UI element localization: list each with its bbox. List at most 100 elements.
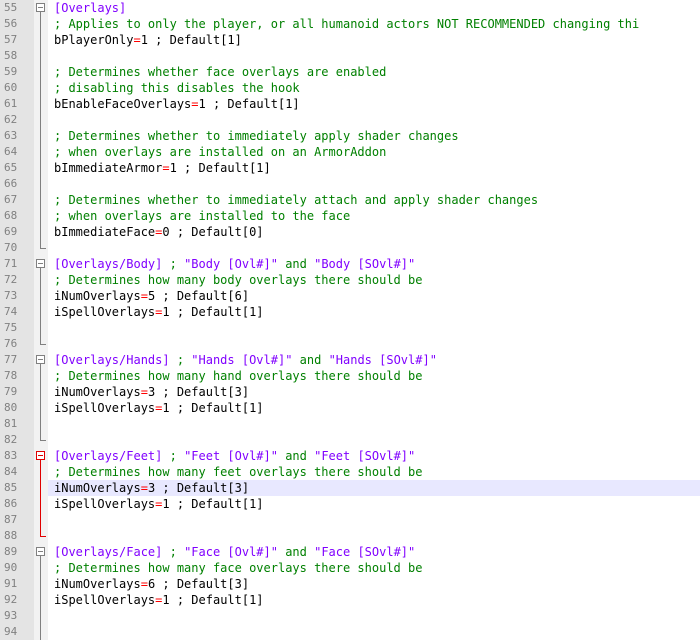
fold-toggle-icon[interactable]	[36, 3, 45, 12]
code-line[interactable]: 87	[0, 512, 700, 528]
code-text[interactable]: iSpellOverlays=1 ; Default[1]	[48, 304, 700, 320]
code-line[interactable]: 57 bPlayerOnly=1 ; Default[1]	[0, 32, 700, 48]
token-comment: and	[277, 449, 315, 463]
code-text[interactable]: [Overlays/Hands] ; "Hands [Ovl#]" and "H…	[48, 352, 700, 368]
code-text[interactable]: bImmediateArmor=1 ; Default[1]	[48, 160, 700, 176]
line-number: 83	[0, 448, 34, 464]
code-line[interactable]: 93	[0, 608, 700, 624]
code-line[interactable]: 79 iNumOverlays=3 ; Default[3]	[0, 384, 700, 400]
token-key: iNumOverlays	[54, 385, 141, 399]
code-text[interactable]: bImmediateFace=0 ; Default[0]	[48, 224, 700, 240]
code-text[interactable]: iSpellOverlays=1 ; Default[1]	[48, 496, 700, 512]
code-text[interactable]: ; Determines how many face overlays ther…	[48, 560, 700, 576]
code-line[interactable]: 83 [Overlays/Feet] ; "Feet [Ovl#]" and "F…	[0, 448, 700, 464]
code-line[interactable]: 78 ; Determines how many hand overlays th…	[0, 368, 700, 384]
fold-toggle-icon[interactable]	[36, 355, 45, 364]
token-value: 1 ; Default[1]	[198, 97, 300, 111]
fold-toggle-icon[interactable]	[36, 451, 45, 460]
code-line[interactable]: 86 iSpellOverlays=1 ; Default[1]	[0, 496, 700, 512]
code-text[interactable]: ; when overlays are installed on an Armo…	[48, 144, 700, 160]
code-text[interactable]: ; Determines whether face overlays are e…	[48, 64, 700, 80]
token-key: bPlayerOnly	[54, 33, 134, 47]
code-line[interactable]: 82	[0, 432, 700, 448]
code-text[interactable]: iNumOverlays=6 ; Default[3]	[48, 576, 700, 592]
token-comment: ; Determines whether face overlays are e…	[54, 65, 387, 79]
fold-margin	[34, 624, 48, 640]
code-line[interactable]: 91 iNumOverlays=6 ; Default[3]	[0, 576, 700, 592]
code-line[interactable]: 75	[0, 320, 700, 336]
code-line[interactable]: 55 [Overlays]	[0, 0, 700, 16]
code-text[interactable]: ; Determines how many body overlays ther…	[48, 272, 700, 288]
code-line[interactable]: 89 [Overlays/Face] ; "Face [Ovl#]" and "F…	[0, 544, 700, 560]
token-key: iNumOverlays	[54, 577, 141, 591]
code-line[interactable]: 70	[0, 240, 700, 256]
code-text[interactable]: [Overlays]	[48, 0, 700, 16]
line-number: 84	[0, 464, 34, 480]
code-line[interactable]: 71 [Overlays/Body] ; "Body [Ovl#]" and "B…	[0, 256, 700, 272]
fold-margin	[34, 576, 48, 592]
fold-toggle-icon[interactable]	[36, 259, 45, 268]
code-line[interactable]: 92 iSpellOverlays=1 ; Default[1]	[0, 592, 700, 608]
code-text[interactable]: [Overlays/Feet] ; "Feet [Ovl#]" and "Fee…	[48, 448, 700, 464]
code-text[interactable]: [Overlays/Face] ; "Face [Ovl#]" and "Fac…	[48, 544, 700, 560]
code-line[interactable]: 72 ; Determines how many body overlays th…	[0, 272, 700, 288]
line-number: 66	[0, 176, 34, 192]
line-number: 72	[0, 272, 34, 288]
code-text[interactable]: iSpellOverlays=1 ; Default[1]	[48, 592, 700, 608]
code-line[interactable]: 60 ; disabling this disables the hook	[0, 80, 700, 96]
token-section: [Overlays]	[54, 1, 127, 15]
code-line[interactable]: 76	[0, 336, 700, 352]
code-text[interactable]: iNumOverlays=3 ; Default[3]	[48, 384, 700, 400]
code-text[interactable]: ; Determines how many feet overlays ther…	[48, 464, 700, 480]
code-line[interactable]: 56 ; Applies to only the player, or all h…	[0, 16, 700, 32]
fold-margin	[34, 544, 48, 560]
code-editor[interactable]: 55 [Overlays] 56 ; Applies to only the play…	[0, 0, 700, 640]
code-text[interactable]: iSpellOverlays=1 ; Default[1]	[48, 400, 700, 416]
code-line[interactable]: 59 ; Determines whether face overlays are…	[0, 64, 700, 80]
code-line[interactable]: 90 ; Determines how many face overlays th…	[0, 560, 700, 576]
code-text[interactable]: ; Determines whether to immediately atta…	[48, 192, 700, 208]
code-line[interactable]: 77 [Overlays/Hands] ; "Hands [Ovl#]" and …	[0, 352, 700, 368]
code-text[interactable]: iNumOverlays=5 ; Default[6]	[48, 288, 700, 304]
fold-margin	[34, 32, 48, 48]
fold-margin	[34, 16, 48, 32]
code-text[interactable]: bEnableFaceOverlays=1 ; Default[1]	[48, 96, 700, 112]
token-section: [Overlays/Feet]	[54, 449, 163, 463]
code-line[interactable]: 67 ; Determines whether to immediately at…	[0, 192, 700, 208]
code-line[interactable]: 68 ; when overlays are installed to the f…	[0, 208, 700, 224]
fold-margin	[34, 480, 48, 496]
code-line[interactable]: 81	[0, 416, 700, 432]
code-text[interactable]: ; when overlays are installed to the fac…	[48, 208, 700, 224]
code-line[interactable]: 85 iNumOverlays=3 ; Default[3]	[0, 480, 700, 496]
code-line[interactable]: 84 ; Determines how many feet overlays th…	[0, 464, 700, 480]
fold-margin	[34, 64, 48, 80]
code-text[interactable]: ; Applies to only the player, or all hum…	[48, 16, 700, 32]
code-line[interactable]: 74 iSpellOverlays=1 ; Default[1]	[0, 304, 700, 320]
code-line[interactable]: 64 ; when overlays are installed on an Ar…	[0, 144, 700, 160]
code-line[interactable]: 73 iNumOverlays=5 ; Default[6]	[0, 288, 700, 304]
token-eq: =	[191, 97, 199, 111]
code-line[interactable]: 61 bEnableFaceOverlays=1 ; Default[1]	[0, 96, 700, 112]
token-value: 3 ; Default[3]	[147, 385, 250, 399]
fold-toggle-icon[interactable]	[36, 547, 45, 556]
code-line[interactable]: 94	[0, 624, 700, 640]
code-text[interactable]: ; Determines whether to immediately appl…	[48, 128, 700, 144]
code-line[interactable]: 58	[0, 48, 700, 64]
code-line[interactable]: 69 bImmediateFace=0 ; Default[0]	[0, 224, 700, 240]
fold-margin	[34, 144, 48, 160]
code-text[interactable]: [Overlays/Body] ; "Body [Ovl#]" and "Bod…	[48, 256, 700, 272]
code-text[interactable]: ; Determines how many hand overlays ther…	[48, 368, 700, 384]
code-text[interactable]: ; disabling this disables the hook	[48, 80, 700, 96]
line-number: 74	[0, 304, 34, 320]
code-line[interactable]: 88	[0, 528, 700, 544]
code-text[interactable]: bPlayerOnly=1 ; Default[1]	[48, 32, 700, 48]
code-line[interactable]: 66	[0, 176, 700, 192]
line-number: 55	[0, 0, 34, 16]
code-line[interactable]: 65 bImmediateArmor=1 ; Default[1]	[0, 160, 700, 176]
token-comment: ; when overlays are installed on an Armo…	[54, 145, 387, 159]
code-line[interactable]: 62	[0, 112, 700, 128]
fold-margin	[34, 464, 48, 480]
code-line[interactable]: 80 iSpellOverlays=1 ; Default[1]	[0, 400, 700, 416]
code-line[interactable]: 63 ; Determines whether to immediately ap…	[0, 128, 700, 144]
code-text[interactable]: iNumOverlays=3 ; Default[3]	[48, 480, 700, 496]
